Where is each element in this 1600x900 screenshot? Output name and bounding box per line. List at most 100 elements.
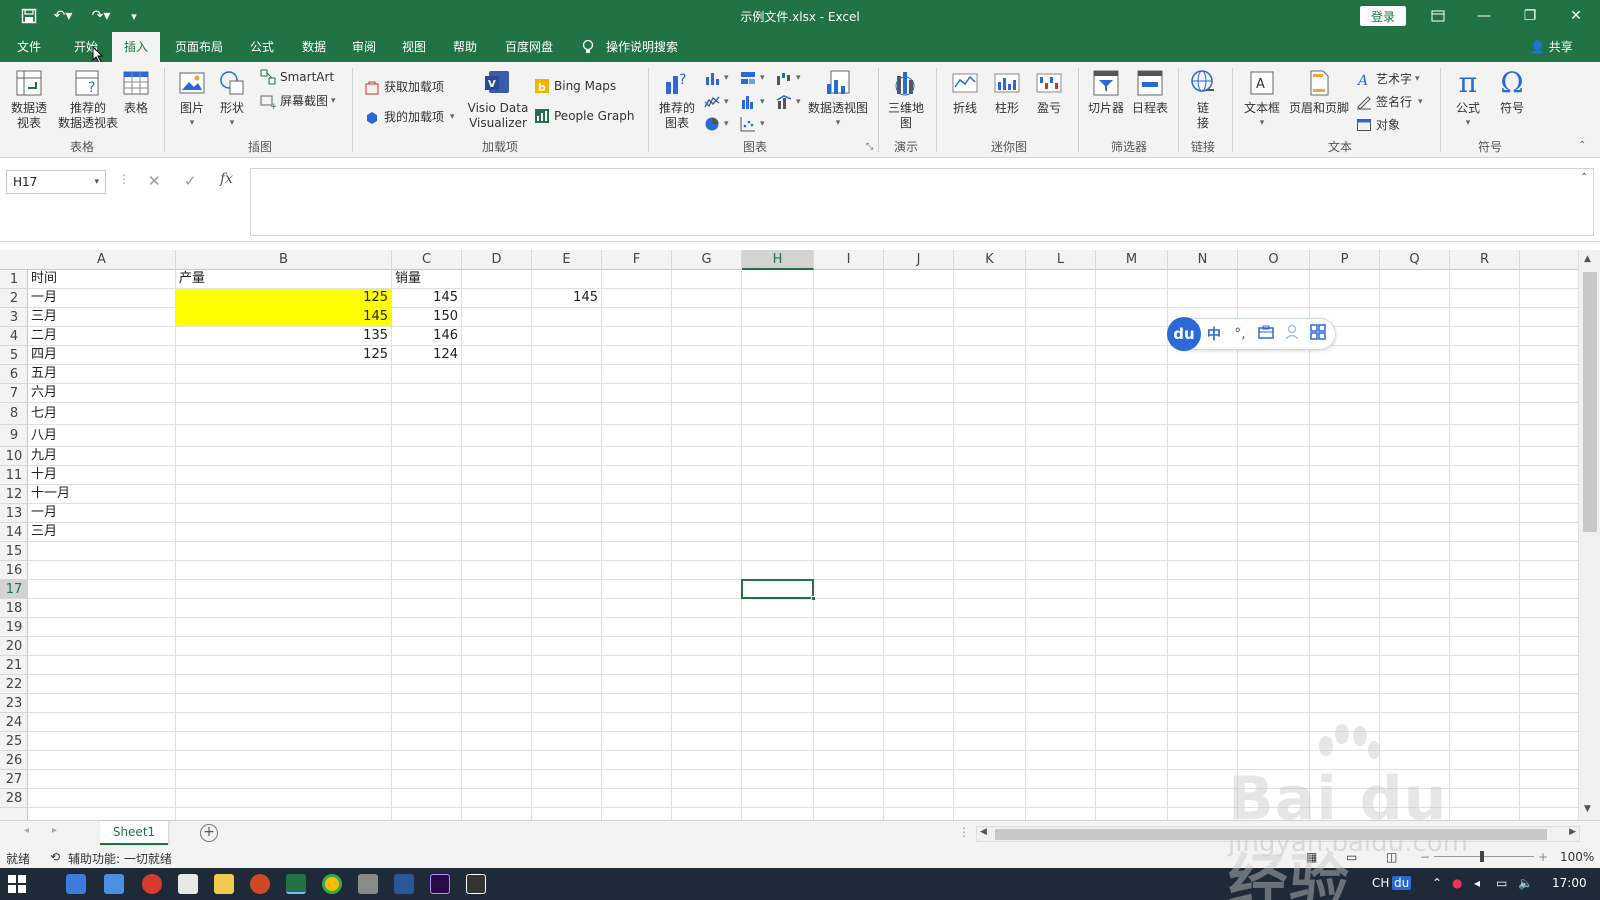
line-chart-button[interactable]: ▾ [704, 94, 729, 110]
tray-show-hidden-icon[interactable]: ⌃ [1432, 876, 1442, 890]
people-graph-button[interactable]: People Graph [534, 108, 635, 124]
cell-a2[interactable]: 一月 [28, 289, 175, 307]
fill-handle[interactable] [811, 596, 816, 601]
scatter-chart-button[interactable]: ▾ [740, 116, 765, 132]
column-header-k[interactable]: K [954, 250, 1026, 270]
tray-baidu-ime-icon[interactable]: du [1392, 876, 1412, 890]
share-button[interactable]: 👤 共享 [1530, 32, 1573, 62]
column-header-r[interactable]: R [1450, 250, 1520, 270]
formula-input[interactable] [250, 168, 1594, 236]
cell-a12[interactable]: 十一月 [28, 485, 175, 503]
tell-me-search[interactable]: 操作说明搜索 [602, 32, 682, 62]
symbol-button[interactable]: Ω 符号 [1492, 68, 1532, 116]
column-header-j[interactable]: J [884, 250, 954, 270]
insert-function-icon[interactable]: fx [220, 171, 233, 187]
smartart-button[interactable]: SmartArt [260, 69, 334, 85]
tray-volume-icon[interactable]: 🔈 [1518, 876, 1533, 890]
cell-a9[interactable]: 八月 [28, 425, 175, 446]
statistic-chart-button[interactable]: ▾ [740, 94, 765, 110]
table-button[interactable]: 表格 [118, 68, 154, 116]
cell-a4[interactable]: 二月 [28, 327, 175, 345]
cell-a6[interactable]: 五月 [28, 365, 175, 383]
timeline-button[interactable]: 日程表 [1130, 68, 1170, 116]
scroll-down-icon[interactable]: ▼ [1584, 804, 1591, 814]
page-break-view-icon[interactable]: ◫ [1386, 850, 1397, 864]
taskbar-netease-icon[interactable] [142, 874, 162, 894]
row-header-26[interactable]: 26 [0, 751, 28, 770]
vertical-scroll-thumb[interactable] [1583, 272, 1597, 532]
bing-maps-button[interactable]: b Bing Maps [534, 78, 616, 94]
column-header-e[interactable]: E [532, 250, 602, 270]
cancel-icon[interactable]: ✕ [148, 172, 161, 190]
row-header-11[interactable]: 11 [0, 466, 28, 485]
login-button[interactable]: 登录 [1360, 6, 1406, 26]
row-header-21[interactable]: 21 [0, 656, 28, 675]
column-header-c[interactable]: C [392, 250, 462, 270]
recommended-pivot-button[interactable]: ? 推荐的 数据透视表 [56, 68, 120, 131]
restore-icon[interactable]: ❐ [1514, 4, 1546, 28]
cell-c2[interactable]: 145 [392, 289, 461, 307]
object-button[interactable]: 对象 [1356, 116, 1400, 133]
add-sheet-icon[interactable]: + [200, 824, 218, 842]
waterfall-chart-button[interactable]: ▾ [776, 70, 801, 86]
pie-chart-button[interactable]: ▾ [704, 116, 729, 132]
collapse-formula-bar-icon[interactable]: ⌃ [1580, 172, 1588, 183]
combo-chart-button[interactable]: ▾ [776, 94, 801, 110]
column-header-m[interactable]: M [1096, 250, 1168, 270]
cell-a1[interactable]: 时间 [28, 270, 175, 288]
enter-check-icon[interactable]: ✓ [184, 172, 197, 190]
ime-toolbox-icon[interactable] [1253, 325, 1279, 343]
tab-data[interactable]: 数据 [290, 32, 338, 62]
baidu-ime-toolbar[interactable]: du 中 °, [1167, 317, 1336, 351]
column-header-l[interactable]: L [1026, 250, 1096, 270]
cell-a8[interactable]: 七月 [28, 403, 175, 424]
tab-help[interactable]: 帮助 [441, 32, 489, 62]
visio-data-visualizer-button[interactable]: V Visio Data Visualizer [466, 68, 530, 131]
row-header-24[interactable]: 24 [0, 713, 28, 732]
column-header-i[interactable]: I [814, 250, 884, 270]
pivot-chart-button[interactable]: 数据透视图 ▾ [806, 68, 870, 131]
taskbar-app-icon[interactable] [466, 874, 486, 894]
column-header-b[interactable]: B [176, 250, 392, 270]
cell-c1[interactable]: 销量 [392, 270, 461, 288]
charts-dialog-launcher-icon[interactable]: ⤡ [866, 142, 873, 152]
taskbar-app-icon[interactable] [104, 874, 124, 894]
scroll-right-icon[interactable]: ▶ [1569, 827, 1576, 837]
recommended-charts-button[interactable]: ? 推荐的 图表 [656, 68, 698, 131]
column-header-h[interactable]: H [742, 250, 814, 270]
hierarchy-chart-button[interactable]: ▾ [740, 70, 765, 86]
row-header-7[interactable]: 7 [0, 384, 28, 403]
column-header-f[interactable]: F [602, 250, 672, 270]
taskbar-file-explorer-icon[interactable] [214, 874, 234, 894]
ime-punctuation-toggle[interactable]: °, [1227, 326, 1253, 342]
sheet-tab-sheet1[interactable]: Sheet1 [100, 821, 168, 845]
3d-map-button[interactable]: 三维地 图 [884, 68, 928, 131]
accessibility-status[interactable]: 辅助功能: 一切就绪 [68, 850, 172, 867]
name-box-dropdown-icon[interactable]: ▾ [94, 171, 99, 193]
row-header-23[interactable]: 23 [0, 694, 28, 713]
row-header-10[interactable]: 10 [0, 447, 28, 466]
row-header-17[interactable]: 17 [0, 580, 28, 599]
row-header-22[interactable]: 22 [0, 675, 28, 694]
cell-a10[interactable]: 九月 [28, 447, 175, 465]
column-header-p[interactable]: P [1310, 250, 1380, 270]
scroll-left-icon[interactable]: ◀ [980, 827, 987, 837]
column-header-a[interactable]: A [28, 250, 176, 270]
cell-a5[interactable]: 四月 [28, 346, 175, 364]
textbox-button[interactable]: A 文本框 ▾ [1240, 68, 1284, 131]
baidu-ime-logo-icon[interactable]: du [1167, 317, 1201, 351]
cell-a13[interactable]: 一月 [28, 504, 175, 522]
taskbar-app-icon[interactable] [66, 874, 86, 894]
active-cell-h17[interactable] [741, 579, 816, 601]
sparkline-winloss-button[interactable]: 盈亏 [1030, 68, 1068, 116]
pivot-table-button[interactable]: 数据透 视表 [6, 68, 52, 131]
cell-b3[interactable]: 145 [176, 308, 391, 326]
tab-split-handle-icon[interactable]: ⋮ [958, 825, 970, 839]
ime-user-icon[interactable] [1279, 324, 1305, 344]
tab-page-layout[interactable]: 页面布局 [170, 32, 228, 62]
formula-bar-drag-handle-icon[interactable]: ⋮ [118, 172, 130, 186]
cell-b1[interactable]: 产量 [176, 270, 391, 288]
row-header-5[interactable]: 5 [0, 346, 28, 365]
ribbon-display-options-icon[interactable] [1422, 4, 1454, 28]
row-header-27[interactable]: 27 [0, 770, 28, 789]
